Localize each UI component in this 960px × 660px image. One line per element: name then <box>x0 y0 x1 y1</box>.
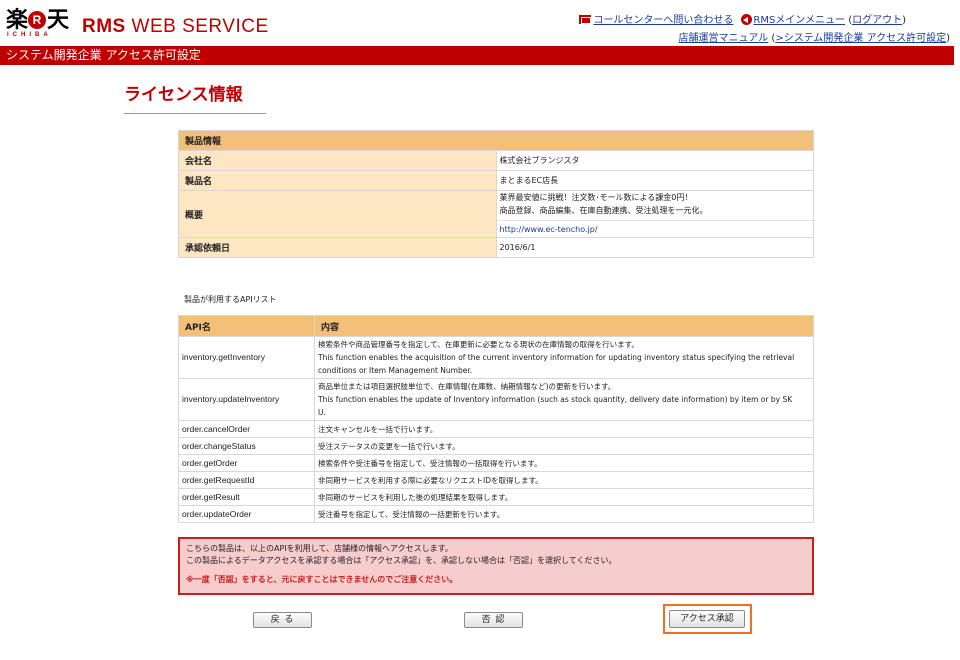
api-name: order.getRequestId <box>178 471 315 489</box>
request-date-value: 2016/6/1 <box>495 237 814 258</box>
rms-brand: RMS WEB SERVICE <box>82 16 269 37</box>
rakuten-ichiba-logo: 楽R天 ICHIBA <box>6 8 72 40</box>
api-name: order.updateOrder <box>178 505 315 523</box>
back-arrow-icon <box>741 14 753 25</box>
company-value: 株式会社ブランジスタ <box>495 150 814 171</box>
api-desc: 検索条件や受注番号を指定して、受注情報の一括取得を行います。 <box>314 454 814 472</box>
logo-r-mark: R <box>28 11 47 29</box>
api-desc: 検索条件や商品管理番号を指定して、在庫更新に必要となる現状の在庫情報の取得を行い… <box>314 336 814 379</box>
api-desc: 受注ステータスの変更を一括で行います。 <box>314 437 814 455</box>
notice-warning: ※一度「否認」をすると、元に戻すことはできませんのでご注意ください。 <box>186 575 458 584</box>
rms-main-menu-link[interactable]: RMSメインメニュー <box>753 15 845 26</box>
api-list-table: API名 内容 inventory.getInventory 検索条件や商品管理… <box>178 315 814 523</box>
table-row: inventory.getInventory 検索条件や商品管理番号を指定して、… <box>178 336 814 379</box>
company-label: 会社名 <box>178 150 497 171</box>
product-name-label: 製品名 <box>178 170 497 191</box>
contact-callcenter-link[interactable]: コールセンターへ問い合わせる <box>593 15 733 26</box>
summary-label: 概要 <box>178 190 497 238</box>
api-name: order.changeStatus <box>178 437 315 455</box>
top-links-secondary: 店舗運営マニュアル (>システム開発企業 アクセス許可設定) <box>678 33 950 44</box>
table-row: order.getOrder 検索条件や受注番号を指定して、受注情報の一括取得を… <box>178 454 814 472</box>
title-divider <box>124 113 266 114</box>
back-button[interactable]: 戻 る <box>253 612 312 628</box>
table-row: order.getRequestId 非同期サービスを利用する際に必要なリクエス… <box>178 471 814 489</box>
access-notice-box: こちらの製品は、以上のAPIを利用して、店舗様の情報へアクセスします。 この製品… <box>178 537 814 595</box>
api-desc: 商品単位または項目選択肢単位で、在庫情報(在庫数、納期情報など)の更新を行います… <box>314 378 814 421</box>
logout-link[interactable]: ログアウト <box>852 15 902 26</box>
page-title: ライセンス情報 <box>124 85 243 105</box>
table-row: inventory.updateInventory 商品単位または項目選択肢単位… <box>178 378 814 421</box>
api-desc: 非同期のサービスを利用した後の処理結果を取得します。 <box>314 488 814 506</box>
api-desc: 注文キャンセルを一括で行います。 <box>314 420 814 438</box>
table-row: order.updateOrder 受注番号を指定して、受注情報の一括更新を行い… <box>178 505 814 523</box>
deny-button[interactable]: 否 認 <box>464 612 523 628</box>
logo-ichiba-text: ICHIBA <box>7 32 52 38</box>
api-name: inventory.getInventory <box>178 336 315 379</box>
product-info-header: 製品情報 <box>178 130 814 151</box>
section-title-bar: システム開発企業 アクセス許可設定 <box>0 46 954 65</box>
product-info-table: 製品情報 会社名 株式会社ブランジスタ 製品名 まとまるEC店長 概要 業界最安… <box>178 130 816 258</box>
api-desc-header: 内容 <box>314 315 814 337</box>
table-row: order.changeStatus 受注ステータスの変更を一括で行います。 <box>178 437 814 455</box>
api-name: order.getResult <box>178 488 315 506</box>
request-date-label: 承認依頼日 <box>178 237 497 258</box>
notice-line-2: この製品によるデータアクセスを承認する場合は「アクセス承認」を、承認しない場合は… <box>186 556 617 565</box>
api-name: order.cancelOrder <box>178 420 315 438</box>
api-desc: 非同期サービスを利用する際に必要なリクエストIDを取得します。 <box>314 471 814 489</box>
store-manual-link[interactable]: 店舗運営マニュアル <box>679 33 769 44</box>
top-links: コールセンターへ問い合わせる RMSメインメニュー (ログアウト) <box>579 11 906 26</box>
api-desc: 受注番号を指定して、受注情報の一括更新を行います。 <box>314 505 814 523</box>
rakuten-logo-text: 楽R天 <box>6 7 69 33</box>
product-name-value: まとまるEC店長 <box>495 170 814 191</box>
summary-value: 業界最安値に挑戦！注文数･モール数による課金0円！ 商品登録、商品編集、在庫自動… <box>495 190 816 238</box>
access-approve-button[interactable]: アクセス承認 <box>669 610 745 628</box>
api-list-caption: 製品が利用するAPIリスト <box>184 295 277 304</box>
mail-icon <box>579 15 592 24</box>
dev-access-settings-link[interactable]: >システム開発企業 アクセス許可設定 <box>775 33 946 44</box>
table-row: order.getResult 非同期のサービスを利用した後の処理結果を取得しま… <box>178 488 814 506</box>
api-name: inventory.updateInventory <box>178 378 315 421</box>
api-name: order.getOrder <box>178 454 315 472</box>
api-name-header: API名 <box>178 315 315 337</box>
table-row: order.cancelOrder 注文キャンセルを一括で行います。 <box>178 420 814 438</box>
product-url-link[interactable]: http://www.ec-tencho.jp/ <box>500 225 598 234</box>
notice-line-1: こちらの製品は、以上のAPIを利用して、店舗様の情報へアクセスします。 <box>186 544 453 553</box>
